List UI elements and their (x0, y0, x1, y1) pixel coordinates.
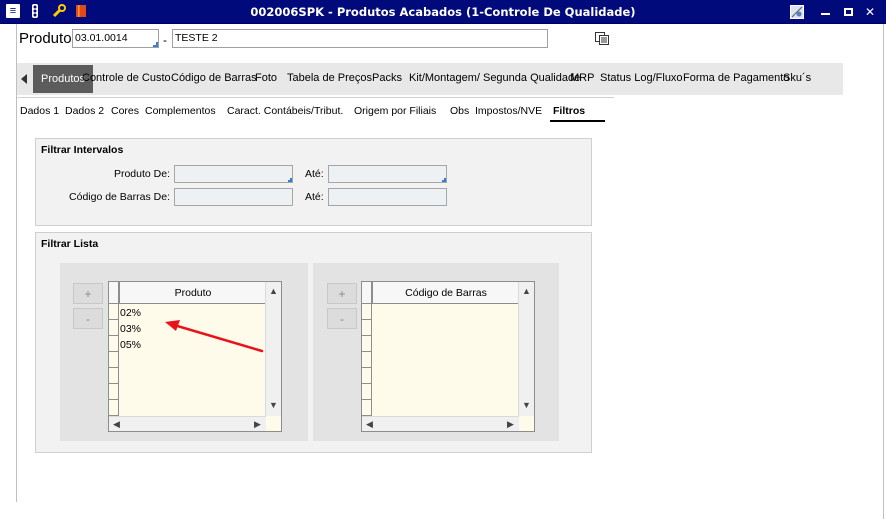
nav-item-controle-de-custo[interactable]: Controle de Custo (82, 72, 171, 84)
row-header[interactable] (362, 352, 372, 368)
lookup-mark-icon (288, 178, 292, 182)
nav-item-foto[interactable]: Foto (255, 72, 277, 84)
nav-left-arrow-icon[interactable] (21, 74, 27, 84)
filtrar-intervalos-group: Filtrar Intervalos Produto De: Até: Códi… (35, 138, 592, 226)
codigo-barras-list-panel: + - Código de Barras ▲ ▼ ◀ ▶ (313, 263, 559, 441)
row-header[interactable] (109, 368, 119, 384)
nav-item-forma-de-pagamento[interactable]: Forma de Pagamento (683, 72, 789, 84)
codigo-barras-column-header[interactable]: Código de Barras (372, 282, 519, 304)
subtab-obs[interactable]: Obs (450, 105, 469, 117)
produto-ate-label: Até: (305, 168, 324, 180)
codigo-barras-remove-button[interactable]: - (327, 308, 357, 329)
row-header[interactable] (362, 368, 372, 384)
subtab-impostos-nve[interactable]: Impostos/NVE (475, 105, 542, 117)
scroll-down-icon[interactable]: ▼ (269, 400, 278, 410)
scroll-right-icon[interactable]: ▶ (507, 419, 514, 430)
scroll-right-icon[interactable]: ▶ (254, 419, 261, 430)
row-header[interactable] (109, 384, 119, 400)
produto-de-label: Produto De: (113, 168, 170, 180)
filtrar-intervalos-title: Filtrar Intervalos (41, 144, 124, 156)
scroll-left-icon[interactable]: ◀ (113, 419, 120, 430)
right-border (883, 24, 884, 519)
lookup-mark-icon (153, 42, 158, 47)
annotation-arrow (165, 320, 264, 353)
close-button[interactable]: ✕ (863, 5, 877, 19)
row-header[interactable] (362, 320, 372, 336)
subtab-dados-2[interactable]: Dados 2 (65, 105, 104, 117)
lookup-mark-icon (442, 178, 446, 182)
subtab-filtros[interactable]: Filtros (553, 105, 585, 117)
codigo-barras-ate-field[interactable] (328, 188, 447, 206)
scroll-up-icon[interactable]: ▲ (522, 286, 531, 296)
codigo-barras-horizontal-scrollbar[interactable]: ◀ ▶ (362, 416, 519, 431)
produto-description-input[interactable]: TESTE 2 (172, 29, 548, 48)
subtab-dados-1[interactable]: Dados 1 (20, 105, 59, 117)
nav-item-tabela-de-precos[interactable]: Tabela de Preços (287, 72, 372, 84)
produto-code-input[interactable]: 03.01.0014 (72, 29, 159, 48)
nav-item-skus[interactable]: Sku´s (783, 72, 811, 84)
produto-description-value: TESTE 2 (175, 32, 218, 44)
subtab-cores[interactable]: Cores (111, 105, 139, 117)
produto-add-button[interactable]: + (73, 283, 103, 304)
produto-row-3[interactable]: 05% (120, 339, 141, 351)
maximize-button[interactable] (841, 5, 855, 19)
subtab-caract-contabeis[interactable]: Caract. Contábeis/Tribut. (227, 105, 343, 117)
subtab-origem-por-filiais[interactable]: Origem por Filiais (354, 105, 436, 117)
produto-row-2[interactable]: 03% (120, 323, 141, 335)
produto-code-value: 03.01.0014 (75, 32, 128, 44)
codigo-barras-vertical-scrollbar[interactable]: ▲ ▼ (518, 282, 534, 416)
row-header[interactable] (109, 400, 119, 416)
minimize-button[interactable] (818, 5, 832, 19)
main-nav: Produtos Controle de Custo Código de Bar… (17, 63, 843, 95)
row-header[interactable] (362, 304, 372, 320)
subtab-active-indicator (550, 120, 605, 122)
nav-item-codigo-de-barras[interactable]: Código de Barras (171, 72, 257, 84)
scroll-down-icon[interactable]: ▼ (522, 400, 531, 410)
codigo-barras-de-label: Código de Barras De: (69, 191, 170, 203)
codigo-barras-add-button[interactable]: + (327, 283, 357, 304)
row-header[interactable] (109, 320, 119, 336)
produto-column-header[interactable]: Produto (119, 282, 266, 304)
copy-icon[interactable] (595, 32, 609, 45)
row-header[interactable] (109, 352, 119, 368)
produto-horizontal-scrollbar[interactable]: ◀ ▶ (109, 416, 266, 431)
codigo-barras-de-field[interactable] (174, 188, 293, 206)
produto-row-1[interactable]: 02% (120, 307, 141, 319)
row-header[interactable] (109, 336, 119, 352)
grid-corner (362, 282, 372, 304)
produto-label: Produto (19, 30, 72, 47)
row-header[interactable] (109, 304, 119, 320)
filtrar-lista-group: Filtrar Lista + - Produto 02% 03% 05% ▲ … (35, 232, 592, 453)
nav-item-status-log-fluxo[interactable]: Status Log/Fluxo (600, 72, 683, 84)
nav-item-kit-montagem[interactable]: Kit/Montagem/ Segunda Qualidade (409, 72, 580, 84)
nav-item-packs[interactable]: Packs (372, 72, 402, 84)
produto-de-field[interactable] (174, 165, 293, 183)
filtrar-lista-title: Filtrar Lista (41, 238, 99, 250)
window-title: 002006SPK - Produtos Acabados (1-Control… (250, 5, 636, 19)
codigo-barras-ate-label: Até: (305, 191, 324, 203)
row-header[interactable] (362, 384, 372, 400)
produto-ate-field[interactable] (328, 165, 447, 183)
row-header[interactable] (362, 336, 372, 352)
produto-remove-button[interactable]: - (73, 308, 103, 329)
grid-corner (109, 282, 119, 304)
scroll-up-icon[interactable]: ▲ (269, 286, 278, 296)
separator: - (163, 33, 167, 47)
row-header[interactable] (362, 400, 372, 416)
subtab-complementos[interactable]: Complementos (145, 105, 216, 117)
left-border (16, 24, 17, 502)
subtab-divider (17, 97, 614, 98)
codigo-barras-grid: Código de Barras ▲ ▼ ◀ ▶ (361, 281, 535, 432)
scroll-left-icon[interactable]: ◀ (366, 419, 373, 430)
user-help-icon[interactable] (790, 5, 804, 19)
title-bar: ≡ 002006SPK - Produtos Acabados (1-Contr… (0, 0, 886, 24)
nav-item-mrp[interactable]: MRP (570, 72, 594, 84)
